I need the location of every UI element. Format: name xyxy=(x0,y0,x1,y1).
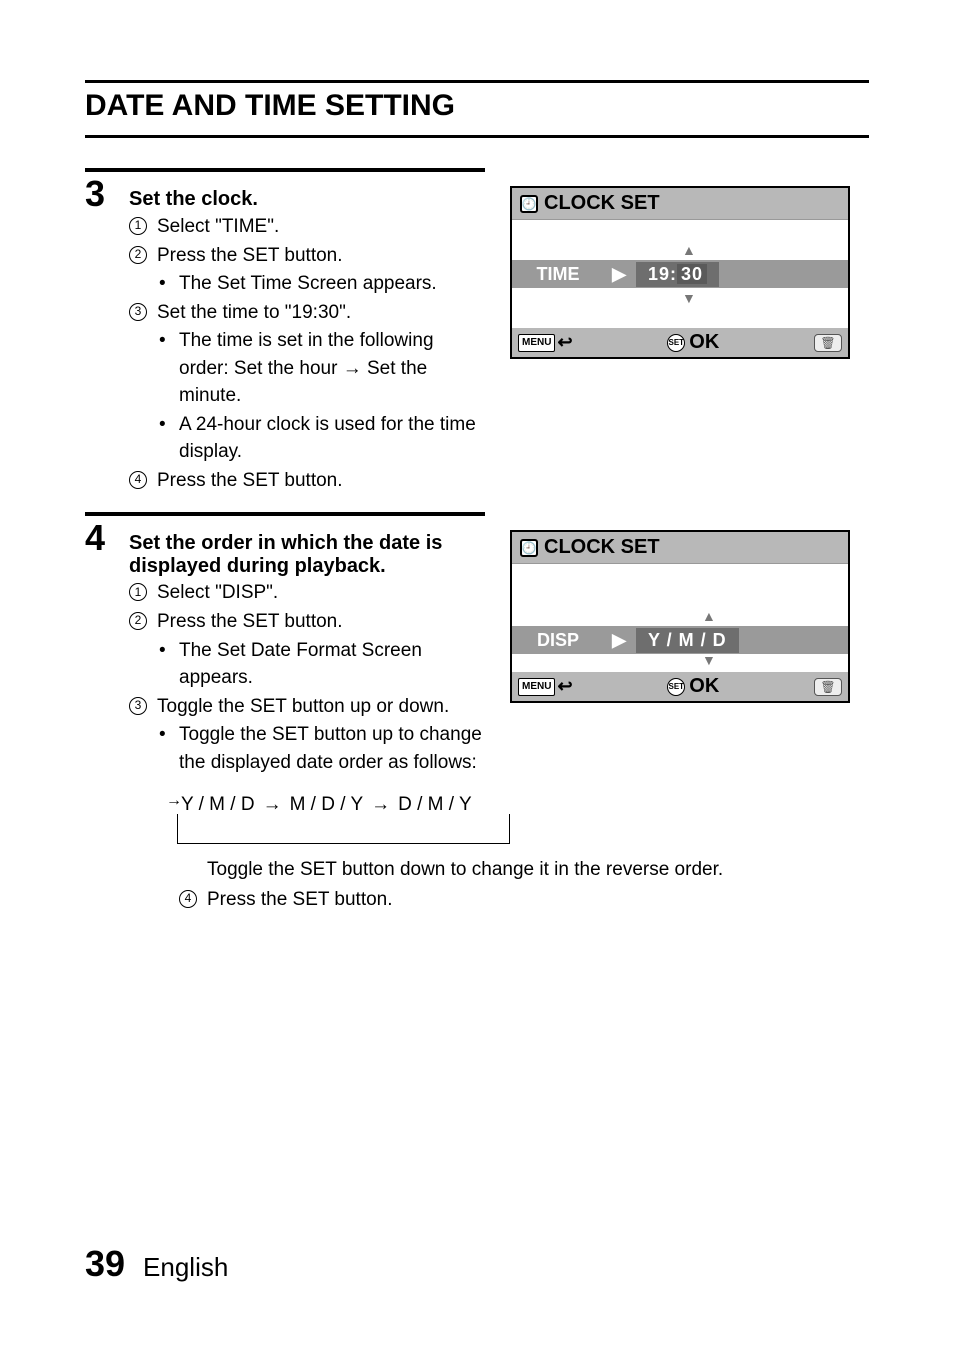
bullet-icon: • xyxy=(159,411,169,466)
step3-item1: Select "TIME". xyxy=(157,213,485,241)
circled-1-icon: 1 xyxy=(129,583,147,601)
ok-text: OK xyxy=(689,331,719,354)
circled-2-icon: 2 xyxy=(129,612,147,630)
step4-item4: Press the SET button. xyxy=(207,886,869,914)
step3-item3: Set the time to "19:30". xyxy=(157,299,485,327)
step4-title: Set the order in which the date is displ… xyxy=(129,520,485,578)
page-footer: 39 English xyxy=(85,1243,228,1285)
lcd-label-time: TIME xyxy=(512,264,604,285)
lcd-clock-set-time: 🕘 CLOCK SET ▲ TIME ▶ 19:30 ▼ MENU↩ SETOK… xyxy=(510,186,850,359)
step-4: 4 Set the order in which the date is dis… xyxy=(85,520,869,776)
cycle-return-line xyxy=(177,814,510,844)
trash-icon: 🗑 xyxy=(814,334,842,352)
step-3: 3 Set the clock. 1 Select "TIME". 2 Press … xyxy=(85,176,869,494)
clock-icon: 🕘 xyxy=(520,539,538,557)
set-badge-icon: SET xyxy=(667,334,685,352)
step4-bullet2-1: The Set Date Format Screen appears. xyxy=(179,637,485,692)
step3-title: Set the clock. xyxy=(129,176,258,211)
arrow-down-icon: ▼ xyxy=(682,290,696,306)
arrow-right-icon: → xyxy=(263,794,282,816)
page-title: DATE AND TIME SETTING xyxy=(85,89,869,123)
circled-2-icon: 2 xyxy=(129,246,147,264)
step4-item2: Press the SET button. xyxy=(157,608,485,636)
bullet-icon: • xyxy=(159,721,169,776)
bullet-icon: • xyxy=(159,327,169,410)
pointer-right-icon: ▶ xyxy=(604,264,634,285)
step4-rule xyxy=(85,512,485,516)
step4-number: 4 xyxy=(85,520,113,556)
circled-1-icon: 1 xyxy=(129,217,147,235)
lcd-time-value: 19:30 xyxy=(636,262,719,287)
circled-3-icon: 3 xyxy=(129,303,147,321)
step3-bullet3-1: The time is set in the following order: … xyxy=(179,327,485,410)
cycle-c: D / M / Y xyxy=(398,794,472,816)
title-rule-bottom xyxy=(85,135,869,138)
cycle-b: M / D / Y xyxy=(290,794,364,816)
lcd-title: CLOCK SET xyxy=(544,192,660,215)
arrow-right-icon: → xyxy=(371,794,390,816)
step3-item4: Press the SET button. xyxy=(157,467,485,495)
step3-bullet3-2: A 24-hour clock is used for the time dis… xyxy=(179,411,485,466)
page-language: English xyxy=(143,1252,228,1283)
step3-rule xyxy=(85,168,485,172)
lcd-clock-set-disp: 🕘 CLOCK SET ▲ DISP ▶ Y / M / D ▼ MENU↩ S… xyxy=(510,530,850,703)
clock-icon: 🕘 xyxy=(520,195,538,213)
return-icon: ↩ xyxy=(557,332,572,353)
step4-item3: Toggle the SET button up or down. xyxy=(157,693,485,721)
circled-4-icon: 4 xyxy=(129,471,147,489)
step4-item1: Select "DISP". xyxy=(157,579,485,607)
circled-3-icon: 3 xyxy=(129,697,147,715)
step3-number: 3 xyxy=(85,176,113,212)
trash-icon: 🗑 xyxy=(814,678,842,696)
step3-item2: Press the SET button. xyxy=(157,242,485,270)
lcd-label-disp: DISP xyxy=(512,630,604,651)
step3-bullet2-1: The Set Time Screen appears. xyxy=(179,270,437,298)
date-order-cycle: → Y / M / D → M / D / Y → D / M / Y xyxy=(163,794,869,844)
lcd-title-disp: CLOCK SET xyxy=(544,536,660,559)
cycle-arrow-icon: → xyxy=(166,792,182,810)
step4-reverse-text: Toggle the SET button down to change it … xyxy=(207,856,907,884)
bullet-icon: • xyxy=(159,270,169,298)
page-number: 39 xyxy=(85,1243,125,1285)
step4-bullet3-1: Toggle the SET button up to change the d… xyxy=(179,721,485,776)
lcd-disp-value: Y / M / D xyxy=(636,628,739,653)
circled-4-icon: 4 xyxy=(179,890,197,908)
return-icon: ↩ xyxy=(557,676,572,697)
arrow-up-icon: ▲ xyxy=(682,242,696,258)
menu-badge-icon: MENU xyxy=(518,334,555,352)
arrow-up-icon: ▲ xyxy=(702,608,716,624)
title-rule-top xyxy=(85,80,869,83)
menu-badge-icon: MENU xyxy=(518,678,555,696)
bullet-icon: • xyxy=(159,637,169,692)
ok-text-disp: OK xyxy=(689,675,719,698)
set-badge-icon: SET xyxy=(667,678,685,696)
pointer-right-icon: ▶ xyxy=(604,630,634,651)
arrow-down-icon: ▼ xyxy=(702,652,716,668)
cycle-a: Y / M / D xyxy=(181,794,255,816)
